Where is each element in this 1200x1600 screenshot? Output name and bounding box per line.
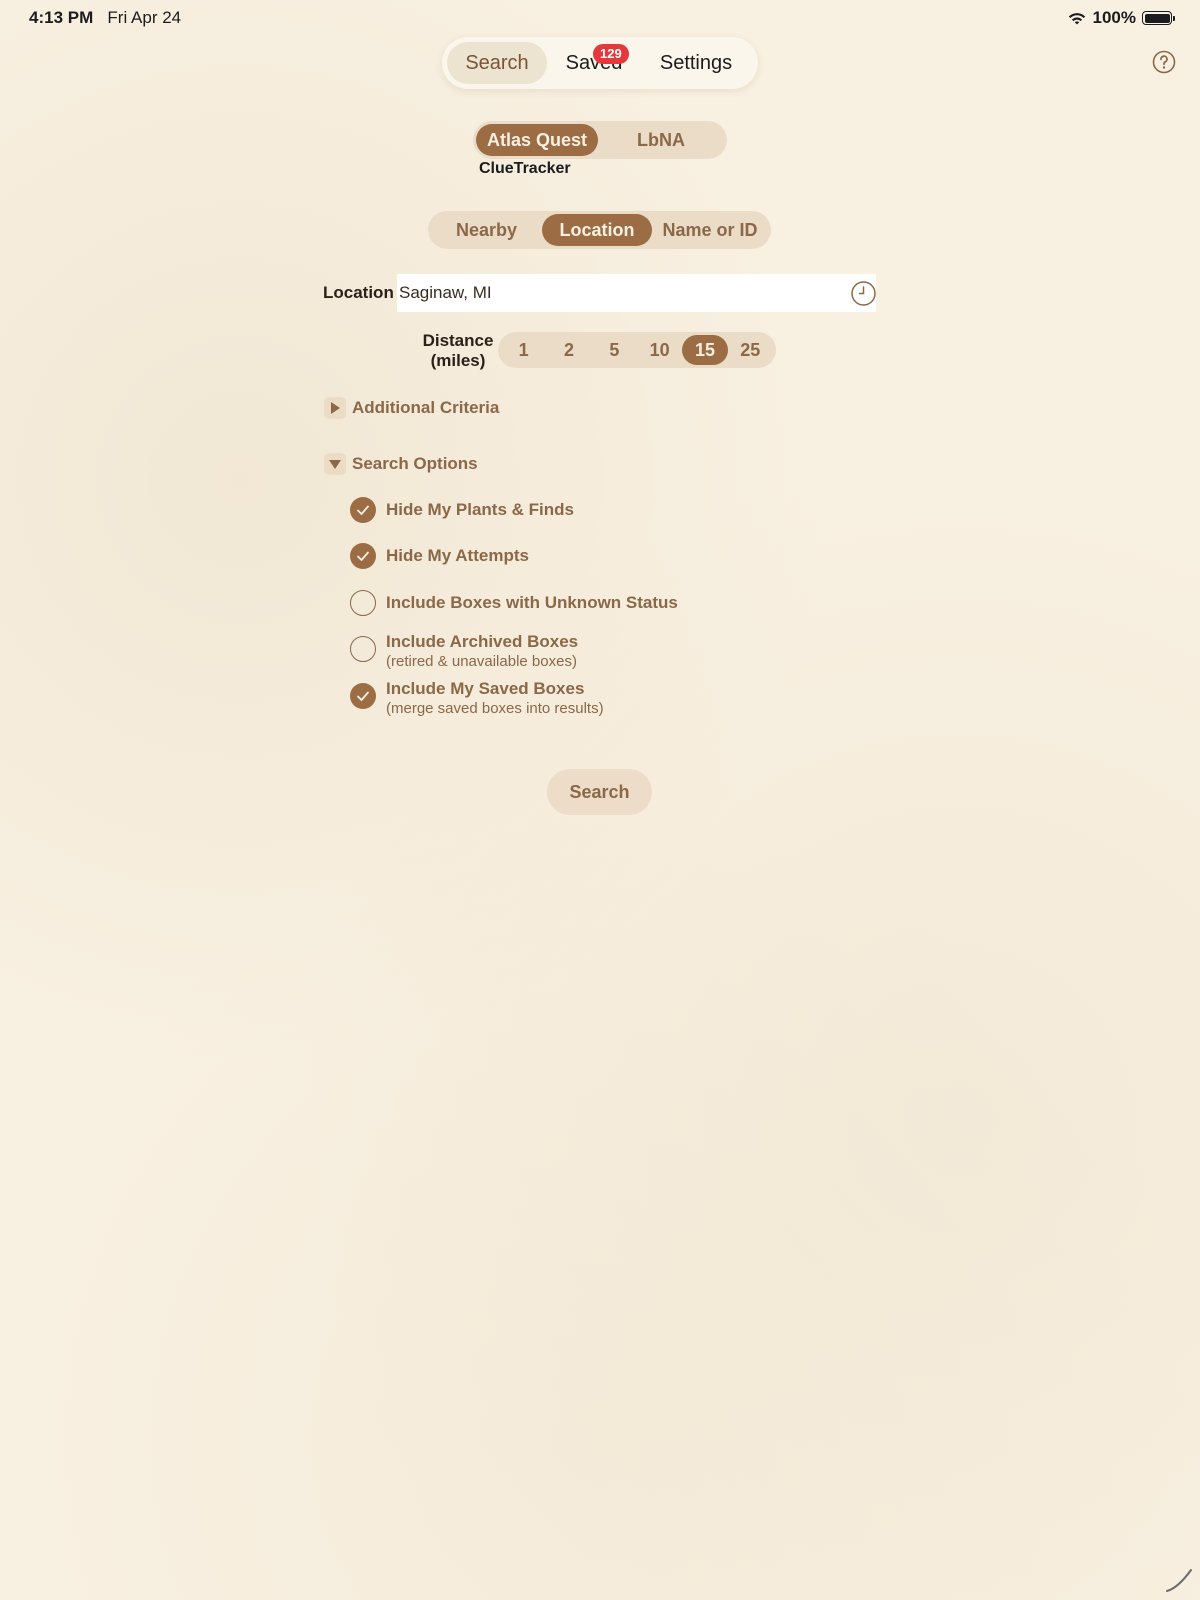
tab-search-label: Search [465, 52, 529, 74]
triangle-right-icon [331, 402, 340, 414]
triangle-down-icon [329, 460, 341, 469]
option-label: Include Archived Boxes [386, 632, 579, 651]
search-options-label: Search Options [352, 454, 478, 473]
option-label-group: Include My Saved Boxes (merge saved boxe… [386, 676, 604, 719]
checkbox-unchecked[interactable] [350, 636, 376, 662]
option-label-group: Include Archived Boxes (retired & unavai… [386, 629, 578, 672]
mode-nearby[interactable]: Nearby [431, 214, 542, 246]
help-icon[interactable] [1152, 50, 1176, 74]
saved-count-badge: 129 [593, 44, 629, 64]
distance-label-title: Distance [422, 331, 494, 350]
search-mode-selector: Nearby Location Name or ID [428, 211, 771, 249]
tab-settings[interactable]: Settings [641, 42, 751, 84]
option-hide-plants-finds[interactable]: Hide My Plants & Finds [350, 497, 574, 523]
tab-saved[interactable]: Saved 129 [547, 42, 641, 84]
disclosure-button[interactable] [324, 397, 346, 419]
checkbox-checked[interactable] [350, 683, 376, 709]
mode-location[interactable]: Location [542, 214, 652, 246]
battery-percent: 100% [1092, 8, 1136, 27]
distance-option-selected[interactable]: 15 [682, 335, 728, 365]
checkmark-icon [357, 551, 369, 561]
status-clock: 4:13 PM [29, 8, 94, 27]
source-cluetracker[interactable]: ClueTracker [479, 160, 571, 178]
checkbox-unchecked[interactable] [350, 590, 376, 616]
battery-icon [1142, 11, 1175, 25]
disclosure-button[interactable] [324, 453, 346, 475]
option-label: Include My Saved Boxes [386, 679, 585, 698]
distance-label: Distance (miles) [420, 331, 496, 371]
additional-criteria-toggle[interactable]: Additional Criteria [324, 397, 499, 419]
option-hide-attempts[interactable]: Hide My Attempts [350, 543, 529, 569]
status-date: Fri Apr 24 [107, 8, 182, 27]
source-lbna[interactable]: LbNA [598, 124, 724, 156]
history-clock-icon[interactable] [851, 281, 876, 306]
option-label: Include Boxes with Unknown Status [386, 593, 678, 612]
tab-settings-label: Settings [659, 52, 733, 74]
source-atlas-quest[interactable]: Atlas Quest [476, 124, 598, 156]
distance-option[interactable]: 2 [546, 335, 591, 365]
additional-criteria-label: Additional Criteria [352, 398, 500, 417]
tab-search[interactable]: Search [447, 42, 547, 84]
checkmark-icon [357, 691, 369, 701]
option-sublabel: (merge saved boxes into results) [386, 700, 604, 717]
search-button[interactable]: Search [547, 769, 652, 815]
checkbox-checked[interactable] [350, 543, 376, 569]
distance-option[interactable]: 25 [728, 335, 773, 365]
status-time: 4:13 PM Fri Apr 24 [29, 8, 181, 28]
distance-option[interactable]: 5 [592, 335, 637, 365]
distance-label-unit: (miles) [430, 351, 486, 370]
search-options-toggle[interactable]: Search Options [324, 453, 478, 475]
option-label: Hide My Plants & Finds [386, 500, 574, 519]
option-unknown-status[interactable]: Include Boxes with Unknown Status [350, 590, 678, 616]
location-label: Location [323, 283, 394, 302]
wifi-icon [1068, 12, 1085, 24]
source-selector: Atlas Quest LbNA [473, 121, 727, 159]
top-tab-bar: Search Saved 129 Settings [442, 37, 758, 89]
distance-selector: 1 2 5 10 15 25 [498, 332, 776, 368]
option-sublabel: (retired & unavailable boxes) [386, 653, 577, 670]
status-indicators: 100% [1067, 8, 1175, 28]
distance-option[interactable]: 1 [501, 335, 546, 365]
checkbox-checked[interactable] [350, 497, 376, 523]
checkmark-icon [357, 505, 369, 515]
option-label: Hide My Attempts [386, 546, 529, 565]
option-archived-boxes[interactable]: Include Archived Boxes (retired & unavai… [350, 632, 578, 672]
pencil-stroke-icon [1166, 1569, 1192, 1592]
mode-name-or-id[interactable]: Name or ID [652, 214, 768, 246]
distance-option[interactable]: 10 [637, 335, 682, 365]
location-input[interactable] [397, 274, 876, 312]
option-saved-boxes[interactable]: Include My Saved Boxes (merge saved boxe… [350, 679, 604, 719]
